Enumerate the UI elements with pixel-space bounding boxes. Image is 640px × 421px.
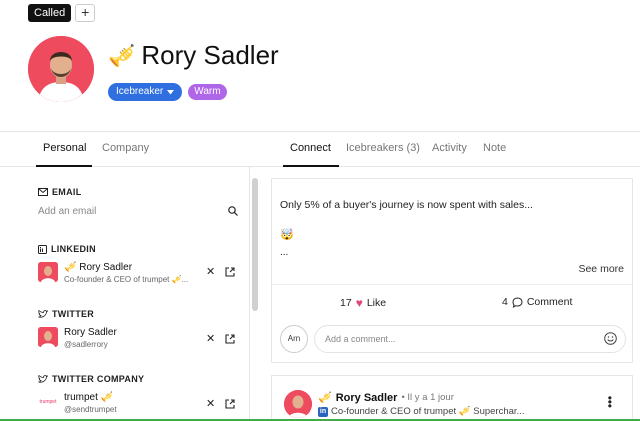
company-logo: trumpet — [39, 398, 57, 405]
linkedin-icon — [38, 244, 47, 254]
heart-icon: ♥ — [355, 296, 363, 310]
twitter-company-title: TWITTER COMPANY — [52, 374, 145, 384]
post-text: Only 5% of a buyer's journey is now spen… — [280, 199, 533, 211]
badge-row: Icebreaker Warm — [108, 83, 227, 101]
twitter-icon — [38, 374, 48, 383]
company-handle: @sendtrumpet — [64, 405, 117, 414]
post-author: 🎺 Rory Sadler • Il y a 1 jour — [318, 391, 454, 405]
twitter-title: TWITTER — [52, 309, 95, 319]
like-button[interactable]: 17 ♥ Like — [340, 296, 386, 310]
remove-company-icon[interactable]: ✕ — [206, 397, 215, 410]
emoji-icon[interactable] — [604, 332, 617, 345]
email-field[interactable]: Add an email — [38, 206, 96, 217]
post-author-title: Co-founder & CEO of trumpet 🎺 Superchar.… — [331, 406, 525, 417]
email-title: EMAIL — [52, 187, 82, 197]
icebreaker-dropdown[interactable]: Icebreaker — [108, 83, 183, 101]
contact-name: Rory Sadler — [141, 40, 279, 70]
like-label: Like — [366, 297, 387, 309]
more-options-icon[interactable]: • • • — [608, 392, 612, 412]
linkedin-name[interactable]: 🎺 Rory Sadler — [64, 262, 188, 273]
tag-row: Called + — [28, 4, 96, 22]
remove-linkedin-icon[interactable]: ✕ — [206, 265, 215, 278]
tab-personal[interactable]: Personal — [43, 142, 86, 154]
twitter-handle: @sadlerrory — [64, 340, 108, 349]
warm-badge[interactable]: Warm — [188, 84, 227, 100]
tab-company[interactable]: Company — [102, 142, 149, 154]
tab-connect[interactable]: Connect — [290, 142, 331, 154]
see-more-link[interactable]: See more — [578, 263, 624, 275]
called-tag[interactable]: Called — [28, 4, 72, 22]
tabs-bar: Personal Company Connect Icebreakers (3)… — [0, 131, 640, 167]
comment-button[interactable]: 4 Comment — [502, 296, 572, 308]
linkedin-avatar — [38, 262, 58, 282]
add-tag-button[interactable]: + — [75, 4, 96, 22]
twitter-section-title: TWITTER — [38, 309, 94, 319]
comment-placeholder: Add a comment... — [325, 334, 396, 344]
linkedin-headline: Co-founder & CEO of trumpet 🎺... — [64, 275, 189, 284]
mind-blown-icon: 🤯 — [280, 229, 294, 241]
twitter-avatar — [38, 327, 58, 347]
linkedin-title: LINKEDIN — [51, 244, 96, 254]
likes-count: 17 — [340, 297, 352, 309]
comments-count: 4 — [502, 296, 508, 308]
comment-icon — [512, 296, 523, 308]
post-ellipsis: ... — [280, 247, 289, 258]
post-card: Only 5% of a buyer's journey is now spen… — [271, 178, 633, 363]
comment-input-row: Arn Add a comment... — [280, 325, 626, 353]
commenter-avatar: Arn — [280, 325, 308, 353]
twitter-company-actions: ✕ — [206, 397, 235, 410]
tab-note[interactable]: Note — [483, 142, 506, 154]
post-card-2: 🎺 Rory Sadler • Il y a 1 jour in Co-foun… — [271, 375, 633, 421]
external-link-icon[interactable] — [225, 333, 235, 344]
trumpet-icon: 🎺 — [108, 42, 136, 68]
twitter-icon — [38, 309, 48, 318]
post-author-headline: in Co-founder & CEO of trumpet 🎺 Superch… — [318, 406, 524, 417]
comment-label: Comment — [526, 296, 573, 308]
mail-icon — [38, 188, 48, 196]
post-author-name[interactable]: Rory Sadler — [336, 392, 398, 404]
divider — [272, 284, 632, 285]
linkedin-section-title: LINKEDIN — [38, 244, 96, 254]
external-link-icon[interactable] — [225, 266, 235, 277]
comment-input[interactable]: Add a comment... — [314, 325, 626, 353]
icebreaker-label: Icebreaker — [116, 86, 164, 97]
twitter-company-section-title: TWITTER COMPANY — [38, 374, 144, 384]
post-author-avatar — [284, 390, 312, 418]
external-link-icon[interactable] — [225, 398, 235, 409]
linkedin-actions: ✕ — [206, 265, 235, 278]
linkedin-icon: in — [318, 406, 328, 417]
tab-activity[interactable]: Activity — [432, 142, 467, 154]
chevron-down-icon — [167, 89, 175, 94]
post-time: • Il y a 1 jour — [401, 392, 454, 403]
email-section-title: EMAIL — [38, 187, 82, 197]
trumpet-icon: 🎺 — [318, 392, 332, 404]
name-row: 🎺 Rory Sadler — [108, 40, 279, 71]
tab-icebreakers[interactable]: Icebreakers (3) — [346, 142, 420, 154]
twitter-name[interactable]: Rory Sadler — [64, 327, 117, 338]
remove-twitter-icon[interactable]: ✕ — [206, 332, 215, 345]
company-name[interactable]: trumpet 🎺 — [64, 392, 117, 403]
twitter-actions: ✕ — [206, 332, 235, 345]
avatar — [28, 36, 94, 102]
search-icon[interactable] — [228, 206, 238, 216]
